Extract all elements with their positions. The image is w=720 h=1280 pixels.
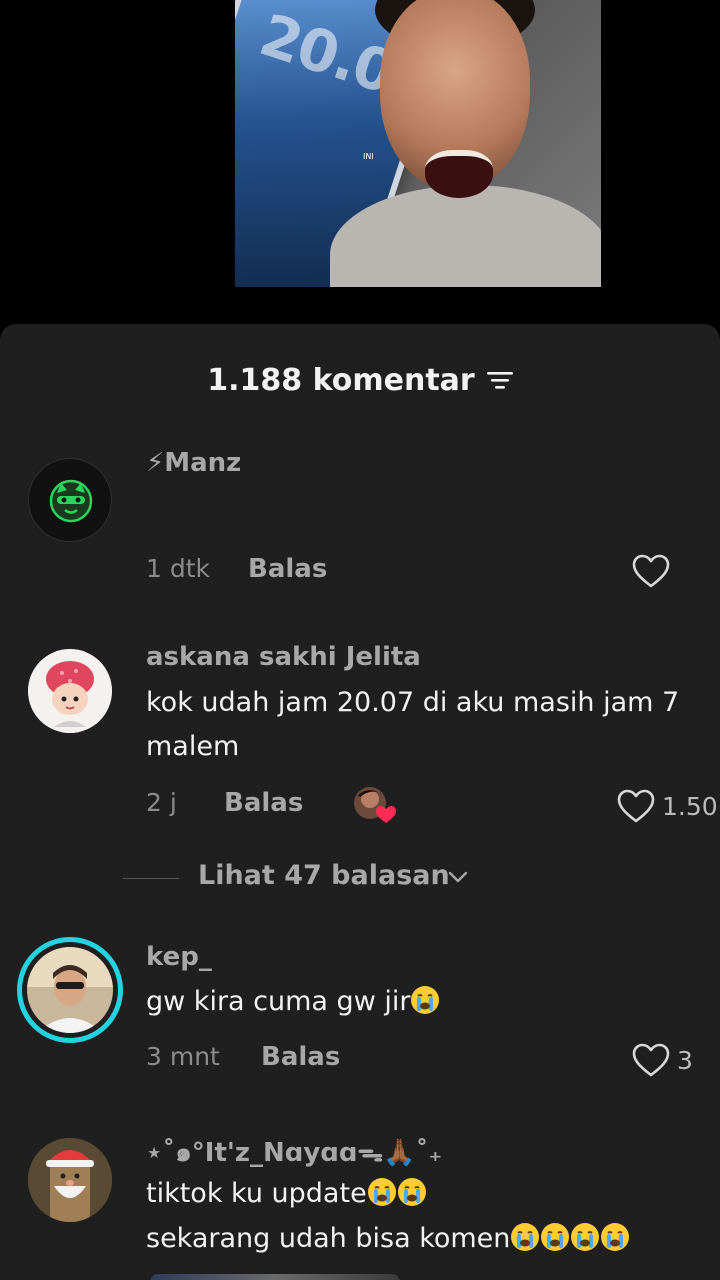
person-mouth [425,150,493,198]
comment-text: gw kira cuma gw jir [146,980,440,1024]
replies-divider-line [123,878,179,879]
comment-count-title: 1.188 komentar [207,362,475,398]
heart-outline-icon [632,1043,670,1077]
comment-text-content: sekarang udah bisa komen [146,1223,511,1254]
comment-username[interactable]: askana sakhi Jelita [146,642,421,672]
crying-face-emoji-icon [601,1223,630,1251]
like-count: 3 [677,1045,693,1075]
heart-outline-icon [632,554,670,588]
user-avatar[interactable] [28,1138,112,1222]
comment-username[interactable]: ⚡Manz [146,448,241,478]
comment-text-line: kok udah jam 20.07 di aku masih jam 7 [146,687,680,718]
reply-button[interactable]: Balas [261,1042,340,1072]
comments-sheet: 1.188 komentar ⚡Manz 1 dtk Balas askana … [0,324,720,1280]
reply-button[interactable]: Balas [224,788,303,818]
comment-text-content: gw kira cuma gw jir [146,986,411,1017]
memoji-avatar [28,649,112,733]
like-count: 1.50 [662,791,718,821]
comment-text-line: sekarang udah bisa komen [146,1217,630,1261]
crying-face-emoji-icon [541,1223,570,1251]
comment-text-content: tiktok ku update [146,1178,367,1209]
filter-icon[interactable] [486,370,513,390]
video-preview[interactable]: 20.07 INI [235,0,601,287]
crying-face-emoji-icon [571,1223,600,1251]
comment-timestamp: 3 mnt [146,1042,220,1071]
crying-face-emoji-icon [411,986,440,1014]
comment-timestamp: 1 dtk [146,554,211,583]
raccoon-badge-icon [49,479,93,523]
comment-username[interactable]: kep_ [146,942,212,972]
reply-button[interactable]: Balas [248,554,327,584]
photo-avatar [27,947,113,1033]
creator-avatar-heart-icon [354,787,396,823]
user-avatar[interactable] [28,458,112,542]
like-button[interactable]: 1.50 [616,787,718,825]
comment-attached-image[interactable] [150,1274,400,1280]
chevron-down-icon [448,871,468,883]
crying-face-emoji-icon [511,1223,540,1251]
like-button[interactable] [631,552,671,590]
santa-avatar [28,1138,112,1222]
comments-header: 1.188 komentar [0,360,720,400]
view-replies-label: Lihat 47 balasan [198,860,450,891]
story-ring[interactable] [17,937,123,1043]
creator-liked-badge [352,785,396,825]
user-avatar[interactable] [28,649,112,733]
crying-face-emoji-icon [367,1178,396,1206]
comment-timestamp: 2 j [146,788,177,817]
heart-outline-icon [617,789,655,823]
comment-username[interactable]: ⋆˚๑°It'z_Nɑyɑɑᯓ🙏🏾˚₊ [146,1132,442,1173]
view-replies-button[interactable]: Lihat 47 balasan [0,856,720,900]
like-button[interactable]: 3 [631,1041,693,1079]
crying-face-emoji-icon [397,1178,426,1206]
video-caption-tag: INI [363,152,374,161]
comment-text-line: tiktok ku update [146,1172,427,1216]
comment-text-line: malem [146,731,240,762]
